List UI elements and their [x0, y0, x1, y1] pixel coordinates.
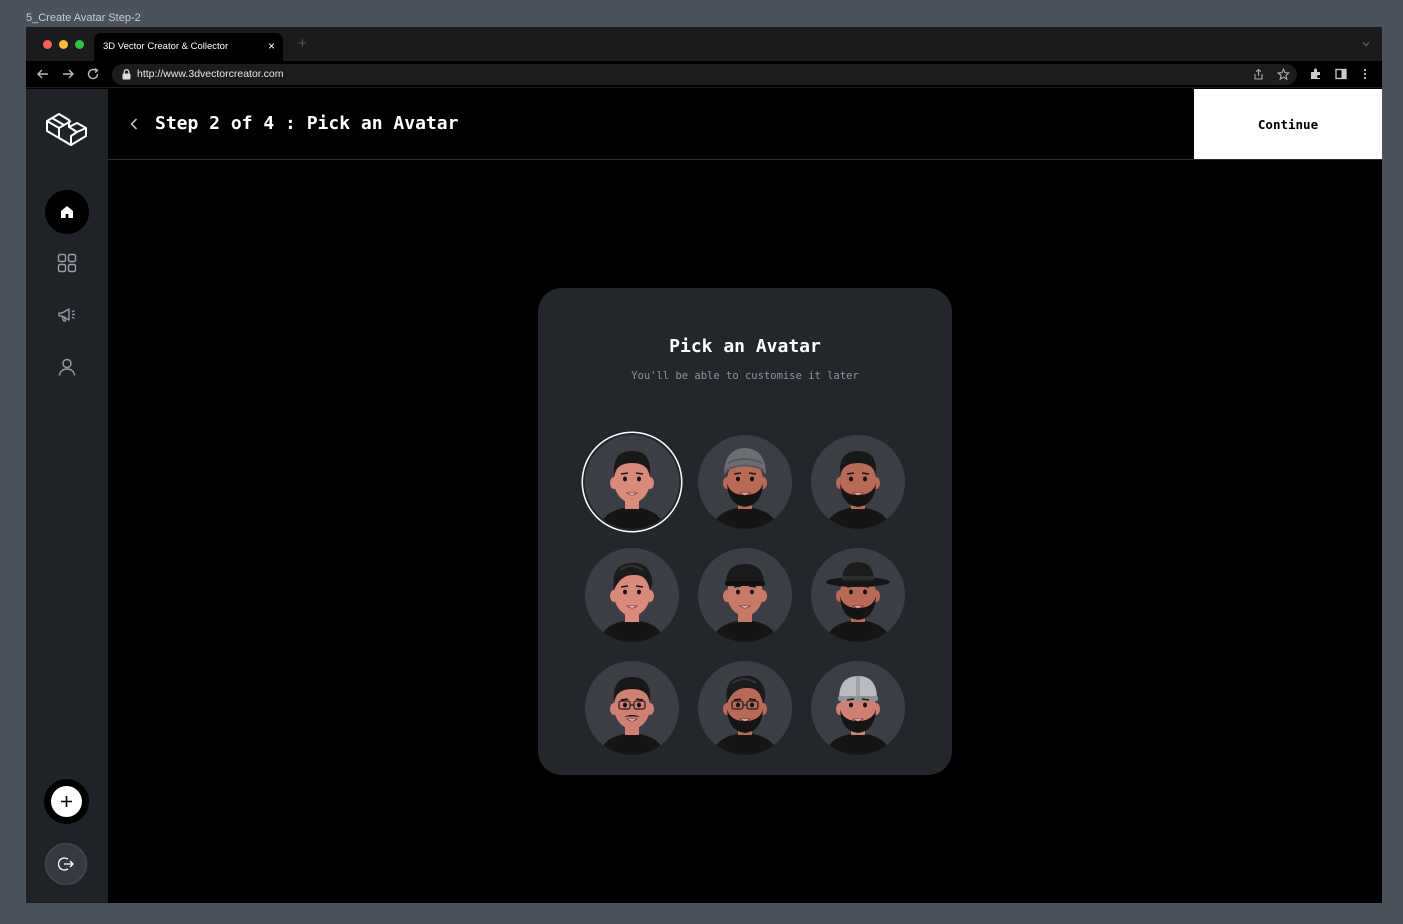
- avatar-option-5[interactable]: [698, 548, 792, 642]
- logout-icon: [58, 857, 74, 871]
- 3d-box-logo-icon[interactable]: [43, 105, 89, 151]
- avatar-portrait-icon: [825, 451, 891, 529]
- avatar-portrait-icon: [825, 562, 891, 642]
- avatar-option-4[interactable]: [585, 548, 679, 642]
- avatar-option-7[interactable]: [585, 661, 679, 755]
- card-title: Pick an Avatar: [669, 336, 821, 357]
- reload-icon[interactable]: [86, 67, 100, 81]
- page-header: Step 2 of 4 : Pick an Avatar Continue: [108, 89, 1382, 160]
- avatar-portrait-icon: [825, 676, 891, 755]
- app-sidebar: [26, 89, 108, 903]
- new-tab-button[interactable]: +: [298, 36, 307, 51]
- tab-strip: 3D Vector Creator & Collector × +: [26, 27, 1382, 61]
- avatar-option-2[interactable]: [698, 435, 792, 529]
- continue-button[interactable]: Continue: [1194, 89, 1382, 159]
- frame-label: 5_Create Avatar Step-2: [26, 12, 141, 24]
- chevron-left-icon[interactable]: [128, 116, 140, 132]
- maximize-window-button[interactable]: [75, 40, 84, 49]
- user-icon[interactable]: [57, 357, 77, 377]
- extensions-icon[interactable]: [1309, 67, 1323, 81]
- avatar-portrait-icon: [712, 675, 778, 755]
- bookmark-star-icon[interactable]: [1277, 68, 1290, 81]
- grid-icon[interactable]: [57, 253, 77, 273]
- address-bar-row: http://www.3dvectorcreator.com: [26, 61, 1382, 88]
- avatar-option-6[interactable]: [811, 548, 905, 642]
- avatar-portrait-icon: [599, 677, 665, 755]
- url-field[interactable]: http://www.3dvectorcreator.com: [112, 64, 1297, 85]
- tab-title: 3D Vector Creator & Collector: [103, 41, 229, 52]
- chevron-down-icon[interactable]: [1362, 40, 1370, 48]
- nav-home[interactable]: [45, 190, 89, 234]
- home-icon: [61, 206, 73, 218]
- add-button[interactable]: [44, 779, 89, 824]
- more-options-icon[interactable]: [1358, 67, 1372, 81]
- page-title: Step 2 of 4 : Pick an Avatar: [155, 113, 459, 134]
- browser-tab[interactable]: 3D Vector Creator & Collector ×: [94, 33, 283, 61]
- plus-icon: [61, 796, 72, 807]
- browser-window: 3D Vector Creator & Collector × + http:/…: [26, 27, 1382, 903]
- close-window-button[interactable]: [43, 40, 52, 49]
- avatar-option-8[interactable]: [698, 661, 792, 755]
- minimize-window-button[interactable]: [59, 40, 68, 49]
- avatar-option-1[interactable]: [585, 435, 679, 529]
- avatar-portrait-icon: [599, 562, 665, 642]
- forward-arrow-icon[interactable]: [61, 67, 75, 81]
- share-icon[interactable]: [1252, 68, 1265, 81]
- lock-icon: [122, 69, 131, 80]
- megaphone-icon[interactable]: [57, 305, 77, 325]
- back-arrow-icon[interactable]: [36, 67, 50, 81]
- avatar-portrait-icon: [599, 451, 665, 529]
- logout-button[interactable]: [45, 843, 87, 885]
- side-panel-icon[interactable]: [1334, 67, 1348, 81]
- url-text: http://www.3dvectorcreator.com: [137, 68, 284, 80]
- avatar-option-3[interactable]: [811, 435, 905, 529]
- avatar-picker-card: Pick an Avatar You'll be able to customi…: [538, 288, 952, 775]
- add-button-inner: [51, 786, 82, 817]
- avatar-option-9[interactable]: [811, 661, 905, 755]
- avatar-portrait-icon: [712, 564, 778, 642]
- avatar-portrait-icon: [712, 448, 778, 529]
- tab-close-icon[interactable]: ×: [268, 39, 275, 53]
- card-subtitle: You'll be able to customise it later: [631, 370, 859, 382]
